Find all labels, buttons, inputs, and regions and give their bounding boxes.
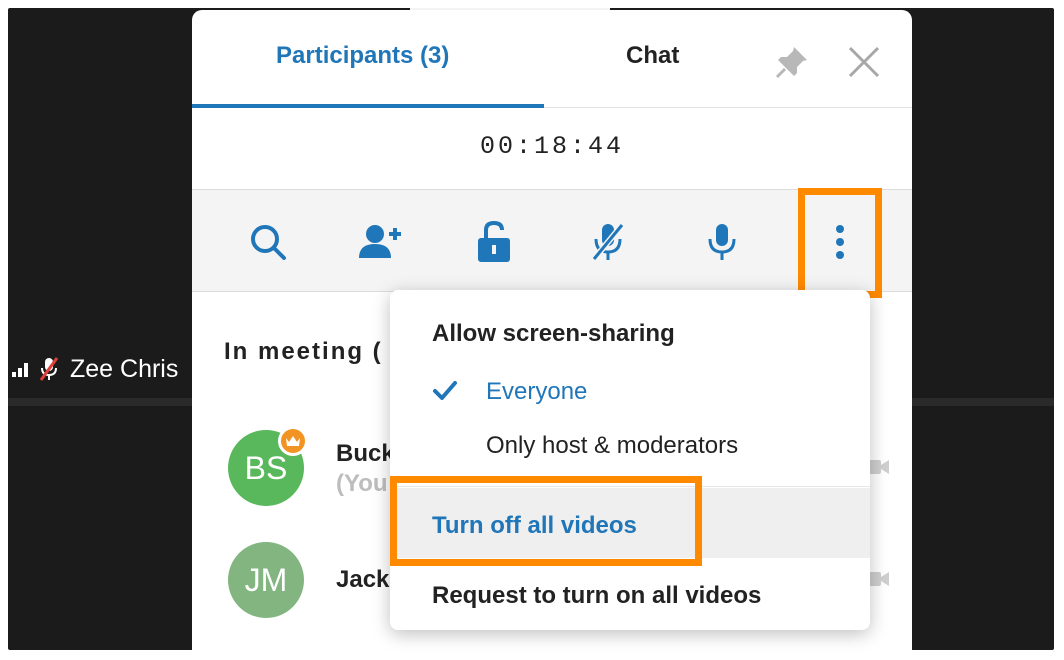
turn-off-videos-highlight	[390, 476, 702, 566]
panel-tabs: Participants (3) Chat	[192, 10, 912, 108]
mute-all-button[interactable]	[584, 218, 632, 266]
participant-video-label: Zee Chris	[8, 352, 179, 386]
participant-name[interactable]: Jack	[336, 566, 389, 594]
participant-name[interactable]: Buck	[336, 440, 395, 468]
tab-participants[interactable]: Participants (3)	[276, 42, 449, 70]
screen-sharing-heading: Allow screen-sharing	[432, 320, 675, 347]
option-host-moderators[interactable]: Only host & moderators	[486, 432, 738, 460]
host-crown-icon	[278, 426, 308, 456]
checkmark-icon	[433, 381, 457, 400]
more-options-menu: Allow screen-sharing Everyone Only host …	[390, 290, 870, 630]
avatar: JM	[228, 542, 304, 618]
lock-meeting-button[interactable]	[470, 218, 518, 266]
unlock-icon	[478, 220, 510, 262]
participant-you-label: (You	[336, 470, 388, 497]
avatar-initials: JM	[244, 561, 288, 598]
mute-all-icon	[591, 223, 625, 261]
request-videos-item[interactable]: Request to turn on all videos	[432, 582, 761, 610]
more-options-highlight	[798, 188, 882, 298]
search-icon	[251, 225, 286, 260]
search-button[interactable]	[244, 218, 292, 266]
avatar-initials: BS	[244, 449, 288, 486]
participant-name-overlay: Zee Chris	[70, 354, 179, 383]
unmute-all-button[interactable]	[698, 218, 746, 266]
meeting-timer: 00:18:44	[192, 108, 912, 190]
pin-icon[interactable]	[774, 44, 810, 80]
in-meeting-heading: In meeting (	[224, 338, 383, 365]
close-icon[interactable]	[844, 42, 884, 82]
add-participant-button[interactable]	[356, 218, 404, 266]
microphone-icon	[708, 224, 736, 260]
tab-chat[interactable]: Chat	[626, 42, 679, 70]
participants-toolbar	[192, 188, 912, 298]
add-participant-icon	[359, 225, 401, 258]
signal-bars-icon	[12, 361, 28, 377]
option-everyone[interactable]: Everyone	[486, 378, 587, 406]
mic-muted-icon	[39, 357, 59, 381]
